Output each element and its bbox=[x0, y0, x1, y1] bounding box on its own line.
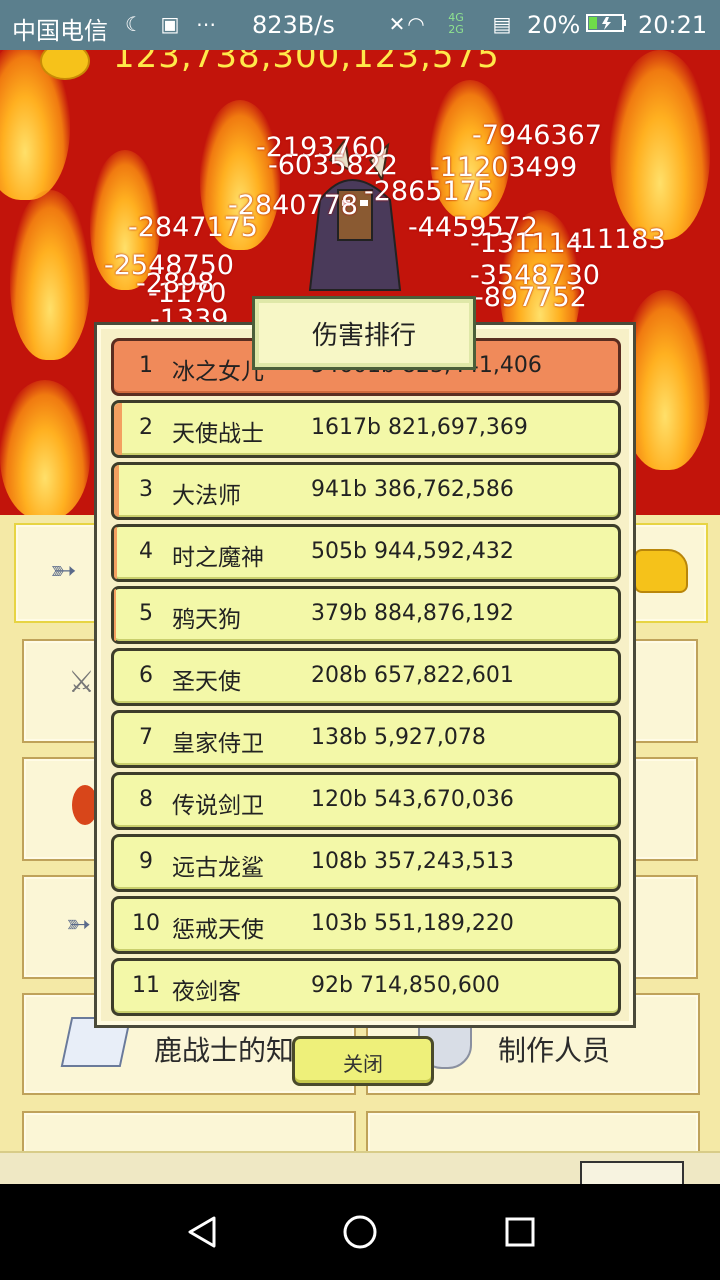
bottom-tab[interactable] bbox=[580, 1161, 684, 1184]
rank-number: 1 bbox=[139, 353, 153, 378]
ranking-row[interactable]: 4 时之魔神 505b 944,592,432 bbox=[111, 524, 621, 582]
flame bbox=[610, 50, 710, 240]
home-icon[interactable] bbox=[342, 1214, 378, 1250]
unit-name: 夜剑客 bbox=[172, 979, 241, 1005]
menu-card[interactable] bbox=[628, 875, 698, 979]
unit-name: 时之魔神 bbox=[172, 545, 264, 571]
ranking-row[interactable]: 5 鸦天狗 379b 884,876,192 bbox=[111, 586, 621, 644]
ranking-row[interactable]: 10 惩戒天使 103b 551,189,220 bbox=[111, 896, 621, 954]
carrier-label: 中国电信 bbox=[12, 17, 108, 45]
rank-number: 8 bbox=[139, 787, 153, 812]
unit-name: 惩戒天使 bbox=[172, 917, 264, 943]
recent-apps-icon[interactable] bbox=[504, 1216, 536, 1248]
damage-value: 120b 543,670,036 bbox=[311, 787, 514, 812]
battery-icon bbox=[585, 12, 629, 36]
rank-highlight bbox=[114, 403, 122, 455]
damage-value: 379b 884,876,192 bbox=[311, 601, 514, 626]
rank-number: 3 bbox=[139, 477, 153, 502]
clock: 20:21 bbox=[638, 11, 708, 39]
close-button[interactable]: 关闭 bbox=[292, 1036, 434, 1086]
damage-value: 1617b 821,697,369 bbox=[311, 415, 528, 440]
unit-name: 大法师 bbox=[172, 483, 241, 509]
ranking-row[interactable]: 7 皇家侍卫 138b 5,927,078 bbox=[111, 710, 621, 768]
unit-name: 冰之女儿 bbox=[172, 359, 264, 385]
unit-name: 远古龙鲨 bbox=[172, 855, 264, 881]
rank-number: 10 bbox=[132, 911, 160, 936]
wifi-icon: ◠ bbox=[407, 12, 425, 36]
damage-number: -2898 bbox=[136, 268, 215, 299]
damage-number: -897752 bbox=[474, 282, 587, 313]
network-speed: 823B/s bbox=[252, 11, 335, 39]
status-bar: 中国电信 ☾ ▣ ⋯ 823B/s ✕ ◠ 4G 2G ▤ 20% 20:21 bbox=[0, 0, 720, 50]
rank-number: 9 bbox=[139, 849, 153, 874]
rank-number: 5 bbox=[139, 601, 153, 626]
damage-ranking-dialog: 1 冰之女儿 54601b 823,441,406 2 天使战士 1617b 8… bbox=[94, 322, 636, 1028]
damage-number: -131114 bbox=[470, 228, 583, 259]
unit-name: 天使战士 bbox=[172, 421, 264, 447]
credits-label: 制作人员 bbox=[498, 1034, 611, 1067]
menu-card[interactable] bbox=[628, 639, 698, 743]
flame bbox=[10, 190, 90, 360]
dialog-title-box: 伤害排行 bbox=[252, 296, 476, 370]
sim-icon: ▤ bbox=[492, 12, 512, 36]
moon-icon: ☾ bbox=[125, 12, 143, 36]
unit-name: 鸦天狗 bbox=[172, 607, 241, 633]
image-icon: ▣ bbox=[160, 12, 180, 36]
damage-number: -7946367 bbox=[472, 120, 602, 151]
sword-icon: ⚔ bbox=[68, 665, 95, 700]
rank-number: 11 bbox=[132, 973, 160, 998]
unit-name: 圣天使 bbox=[172, 669, 241, 695]
fish-icon: ➳ bbox=[50, 551, 77, 589]
rank-number: 2 bbox=[139, 415, 153, 440]
damage-number: -2847175 bbox=[128, 212, 258, 243]
damage-value: 208b 657,822,601 bbox=[311, 663, 514, 688]
game-screen: 123,738,300,123,575 -7946367 -2193760 -6… bbox=[0, 50, 720, 1184]
damage-value: 92b 714,850,600 bbox=[311, 973, 500, 998]
fish-icon: ➳ bbox=[66, 907, 92, 942]
damage-value: 505b 944,592,432 bbox=[311, 539, 514, 564]
damage-value: 941b 386,762,586 bbox=[311, 477, 514, 502]
damage-value: 108b 357,243,513 bbox=[311, 849, 514, 874]
menu-card[interactable] bbox=[628, 757, 698, 861]
ranking-row[interactable]: 2 天使战士 1617b 821,697,369 bbox=[111, 400, 621, 458]
close-label: 关闭 bbox=[343, 1052, 383, 1076]
unit-name: 皇家侍卫 bbox=[172, 731, 264, 757]
flame bbox=[0, 380, 90, 515]
ranking-row[interactable]: 8 传说剑卫 120b 543,670,036 bbox=[111, 772, 621, 830]
damage-number: -2865175 bbox=[364, 176, 494, 207]
ranking-row[interactable]: 11 夜剑客 92b 714,850,600 bbox=[111, 958, 621, 1016]
damage-value: 138b 5,927,078 bbox=[311, 725, 486, 750]
gold-amount: 123,738,300,123,575 bbox=[113, 50, 500, 76]
navigation-bar bbox=[0, 1184, 720, 1280]
rank-number: 7 bbox=[139, 725, 153, 750]
rank-highlight bbox=[114, 527, 117, 579]
dialog-title: 伤害排行 bbox=[311, 321, 416, 351]
unit-name: 传说剑卫 bbox=[172, 793, 264, 819]
cheese-icon bbox=[634, 549, 688, 593]
damage-number: -11183 bbox=[570, 224, 666, 255]
battery-percent: 20% bbox=[527, 11, 581, 39]
damage-value: 103b 551,189,220 bbox=[311, 911, 514, 936]
rank-number: 4 bbox=[139, 539, 153, 564]
more-icon: ⋯ bbox=[196, 12, 216, 36]
back-icon[interactable] bbox=[184, 1214, 220, 1250]
rank-highlight bbox=[114, 465, 119, 517]
signal-icon: 4G 2G bbox=[448, 11, 464, 36]
ranking-row[interactable]: 3 大法师 941b 386,762,586 bbox=[111, 462, 621, 520]
ranking-row[interactable]: 6 圣天使 208b 657,822,601 bbox=[111, 648, 621, 706]
rank-highlight bbox=[114, 589, 116, 641]
ranking-row[interactable]: 9 远古龙鲨 108b 357,243,513 bbox=[111, 834, 621, 892]
rank-number: 6 bbox=[139, 663, 153, 688]
